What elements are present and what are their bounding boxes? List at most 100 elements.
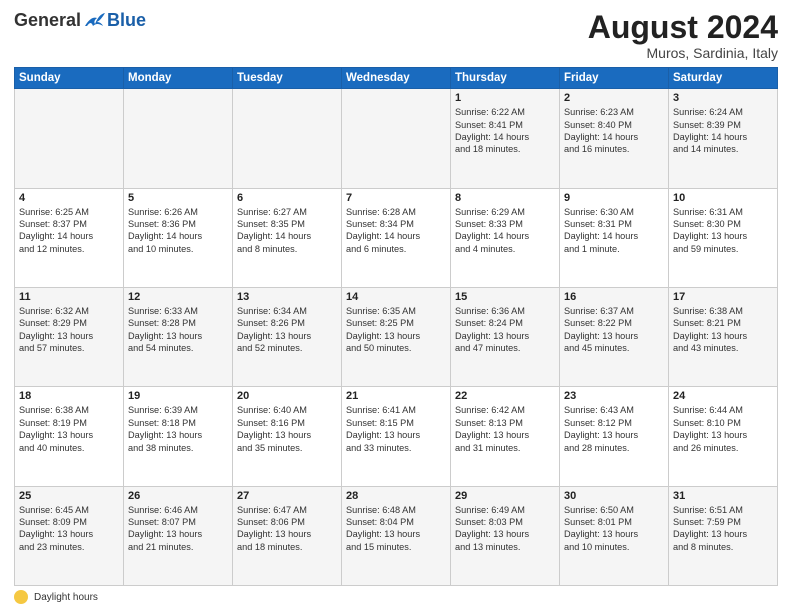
day-header-saturday: Saturday	[669, 68, 778, 89]
day-number: 2	[564, 92, 664, 104]
day-number: 14	[346, 291, 446, 303]
calendar-cell: 6 Sunrise: 6:27 AMSunset: 8:35 PMDaylight…	[233, 188, 342, 287]
week-row-4: 18 Sunrise: 6:38 AMSunset: 8:19 PMDayligh…	[15, 387, 778, 486]
day-info: Sunrise: 6:38 AMSunset: 8:21 PMDaylight:…	[673, 305, 773, 355]
day-info: Sunrise: 6:40 AMSunset: 8:16 PMDaylight:…	[237, 404, 337, 454]
calendar-cell: 26 Sunrise: 6:46 AMSunset: 8:07 PMDayligh…	[124, 486, 233, 585]
day-number: 1	[455, 92, 555, 104]
day-info: Sunrise: 6:30 AMSunset: 8:31 PMDaylight:…	[564, 206, 664, 256]
day-info: Sunrise: 6:29 AMSunset: 8:33 PMDaylight:…	[455, 206, 555, 256]
calendar-cell: 25 Sunrise: 6:45 AMSunset: 8:09 PMDayligh…	[15, 486, 124, 585]
week-row-5: 25 Sunrise: 6:45 AMSunset: 8:09 PMDayligh…	[15, 486, 778, 585]
calendar-cell: 27 Sunrise: 6:47 AMSunset: 8:06 PMDayligh…	[233, 486, 342, 585]
day-info: Sunrise: 6:32 AMSunset: 8:29 PMDaylight:…	[19, 305, 119, 355]
calendar-cell: 14 Sunrise: 6:35 AMSunset: 8:25 PMDayligh…	[342, 287, 451, 386]
calendar-cell: 21 Sunrise: 6:41 AMSunset: 8:15 PMDayligh…	[342, 387, 451, 486]
logo-general-text: General	[14, 10, 81, 31]
day-info: Sunrise: 6:23 AMSunset: 8:40 PMDaylight:…	[564, 106, 664, 156]
daylight-icon	[14, 590, 28, 604]
calendar-cell: 19 Sunrise: 6:39 AMSunset: 8:18 PMDayligh…	[124, 387, 233, 486]
day-info: Sunrise: 6:35 AMSunset: 8:25 PMDaylight:…	[346, 305, 446, 355]
day-info: Sunrise: 6:36 AMSunset: 8:24 PMDaylight:…	[455, 305, 555, 355]
day-info: Sunrise: 6:43 AMSunset: 8:12 PMDaylight:…	[564, 404, 664, 454]
week-row-2: 4 Sunrise: 6:25 AMSunset: 8:37 PMDaylight…	[15, 188, 778, 287]
calendar-cell	[15, 89, 124, 188]
day-header-monday: Monday	[124, 68, 233, 89]
day-info: Sunrise: 6:41 AMSunset: 8:15 PMDaylight:…	[346, 404, 446, 454]
header-row: SundayMondayTuesdayWednesdayThursdayFrid…	[15, 68, 778, 89]
location: Muros, Sardinia, Italy	[588, 45, 778, 61]
calendar-cell: 11 Sunrise: 6:32 AMSunset: 8:29 PMDayligh…	[15, 287, 124, 386]
day-number: 19	[128, 390, 228, 402]
day-info: Sunrise: 6:51 AMSunset: 7:59 PMDaylight:…	[673, 504, 773, 554]
daylight-label: Daylight hours	[34, 592, 98, 603]
day-number: 16	[564, 291, 664, 303]
day-info: Sunrise: 6:42 AMSunset: 8:13 PMDaylight:…	[455, 404, 555, 454]
day-number: 25	[19, 490, 119, 502]
logo-blue-text: Blue	[107, 10, 146, 31]
calendar-cell	[233, 89, 342, 188]
title-section: August 2024 Muros, Sardinia, Italy	[588, 10, 778, 61]
day-info: Sunrise: 6:27 AMSunset: 8:35 PMDaylight:…	[237, 206, 337, 256]
day-number: 11	[19, 291, 119, 303]
day-info: Sunrise: 6:48 AMSunset: 8:04 PMDaylight:…	[346, 504, 446, 554]
day-info: Sunrise: 6:38 AMSunset: 8:19 PMDaylight:…	[19, 404, 119, 454]
day-number: 5	[128, 192, 228, 204]
calendar-cell	[124, 89, 233, 188]
day-number: 18	[19, 390, 119, 402]
day-number: 12	[128, 291, 228, 303]
calendar-cell: 7Sunrise: 6:28 AMSunset: 8:34 PMDaylight…	[342, 188, 451, 287]
week-row-3: 11 Sunrise: 6:32 AMSunset: 8:29 PMDayligh…	[15, 287, 778, 386]
day-info: Sunrise: 6:37 AMSunset: 8:22 PMDaylight:…	[564, 305, 664, 355]
calendar-cell: 23 Sunrise: 6:43 AMSunset: 8:12 PMDayligh…	[560, 387, 669, 486]
day-header-friday: Friday	[560, 68, 669, 89]
day-number: 10	[673, 192, 773, 204]
day-info: Sunrise: 6:31 AMSunset: 8:30 PMDaylight:…	[673, 206, 773, 256]
calendar-cell: 16 Sunrise: 6:37 AMSunset: 8:22 PMDayligh…	[560, 287, 669, 386]
calendar-cell: 22 Sunrise: 6:42 AMSunset: 8:13 PMDayligh…	[451, 387, 560, 486]
calendar-cell: 10 Sunrise: 6:31 AMSunset: 8:30 PMDayligh…	[669, 188, 778, 287]
logo-bird-icon	[83, 12, 105, 30]
calendar-cell: 15Sunrise: 6:36 AMSunset: 8:24 PMDayligh…	[451, 287, 560, 386]
calendar-cell: 30Sunrise: 6:50 AMSunset: 8:01 PMDayligh…	[560, 486, 669, 585]
day-number: 7	[346, 192, 446, 204]
day-info: Sunrise: 6:22 AMSunset: 8:41 PMDaylight:…	[455, 106, 555, 156]
day-number: 4	[19, 192, 119, 204]
calendar-cell: 28 Sunrise: 6:48 AMSunset: 8:04 PMDayligh…	[342, 486, 451, 585]
day-info: Sunrise: 6:45 AMSunset: 8:09 PMDaylight:…	[19, 504, 119, 554]
day-info: Sunrise: 6:44 AMSunset: 8:10 PMDaylight:…	[673, 404, 773, 454]
day-number: 29	[455, 490, 555, 502]
day-number: 22	[455, 390, 555, 402]
day-info: Sunrise: 6:50 AMSunset: 8:01 PMDaylight:…	[564, 504, 664, 554]
day-number: 23	[564, 390, 664, 402]
day-number: 13	[237, 291, 337, 303]
day-number: 27	[237, 490, 337, 502]
day-info: Sunrise: 6:24 AMSunset: 8:39 PMDaylight:…	[673, 106, 773, 156]
day-header-wednesday: Wednesday	[342, 68, 451, 89]
calendar-cell: 12Sunrise: 6:33 AMSunset: 8:28 PMDayligh…	[124, 287, 233, 386]
day-number: 6	[237, 192, 337, 204]
day-number: 20	[237, 390, 337, 402]
calendar-cell: 17Sunrise: 6:38 AMSunset: 8:21 PMDayligh…	[669, 287, 778, 386]
day-number: 31	[673, 490, 773, 502]
header: General Blue August 2024 Muros, Sardinia…	[14, 10, 778, 61]
day-info: Sunrise: 6:47 AMSunset: 8:06 PMDaylight:…	[237, 504, 337, 554]
day-info: Sunrise: 6:34 AMSunset: 8:26 PMDaylight:…	[237, 305, 337, 355]
day-number: 28	[346, 490, 446, 502]
calendar-cell: 29Sunrise: 6:49 AMSunset: 8:03 PMDayligh…	[451, 486, 560, 585]
day-info: Sunrise: 6:46 AMSunset: 8:07 PMDaylight:…	[128, 504, 228, 554]
day-number: 21	[346, 390, 446, 402]
day-info: Sunrise: 6:25 AMSunset: 8:37 PMDaylight:…	[19, 206, 119, 256]
day-info: Sunrise: 6:39 AMSunset: 8:18 PMDaylight:…	[128, 404, 228, 454]
logo: General Blue	[14, 10, 146, 31]
day-number: 3	[673, 92, 773, 104]
calendar-cell: 24Sunrise: 6:44 AMSunset: 8:10 PMDayligh…	[669, 387, 778, 486]
calendar-cell: 3 Sunrise: 6:24 AMSunset: 8:39 PMDaylight…	[669, 89, 778, 188]
day-number: 26	[128, 490, 228, 502]
calendar-cell: 20 Sunrise: 6:40 AMSunset: 8:16 PMDayligh…	[233, 387, 342, 486]
day-number: 9	[564, 192, 664, 204]
calendar-cell: 31 Sunrise: 6:51 AMSunset: 7:59 PMDayligh…	[669, 486, 778, 585]
calendar-cell: 4 Sunrise: 6:25 AMSunset: 8:37 PMDaylight…	[15, 188, 124, 287]
calendar-cell: 18 Sunrise: 6:38 AMSunset: 8:19 PMDayligh…	[15, 387, 124, 486]
day-header-sunday: Sunday	[15, 68, 124, 89]
